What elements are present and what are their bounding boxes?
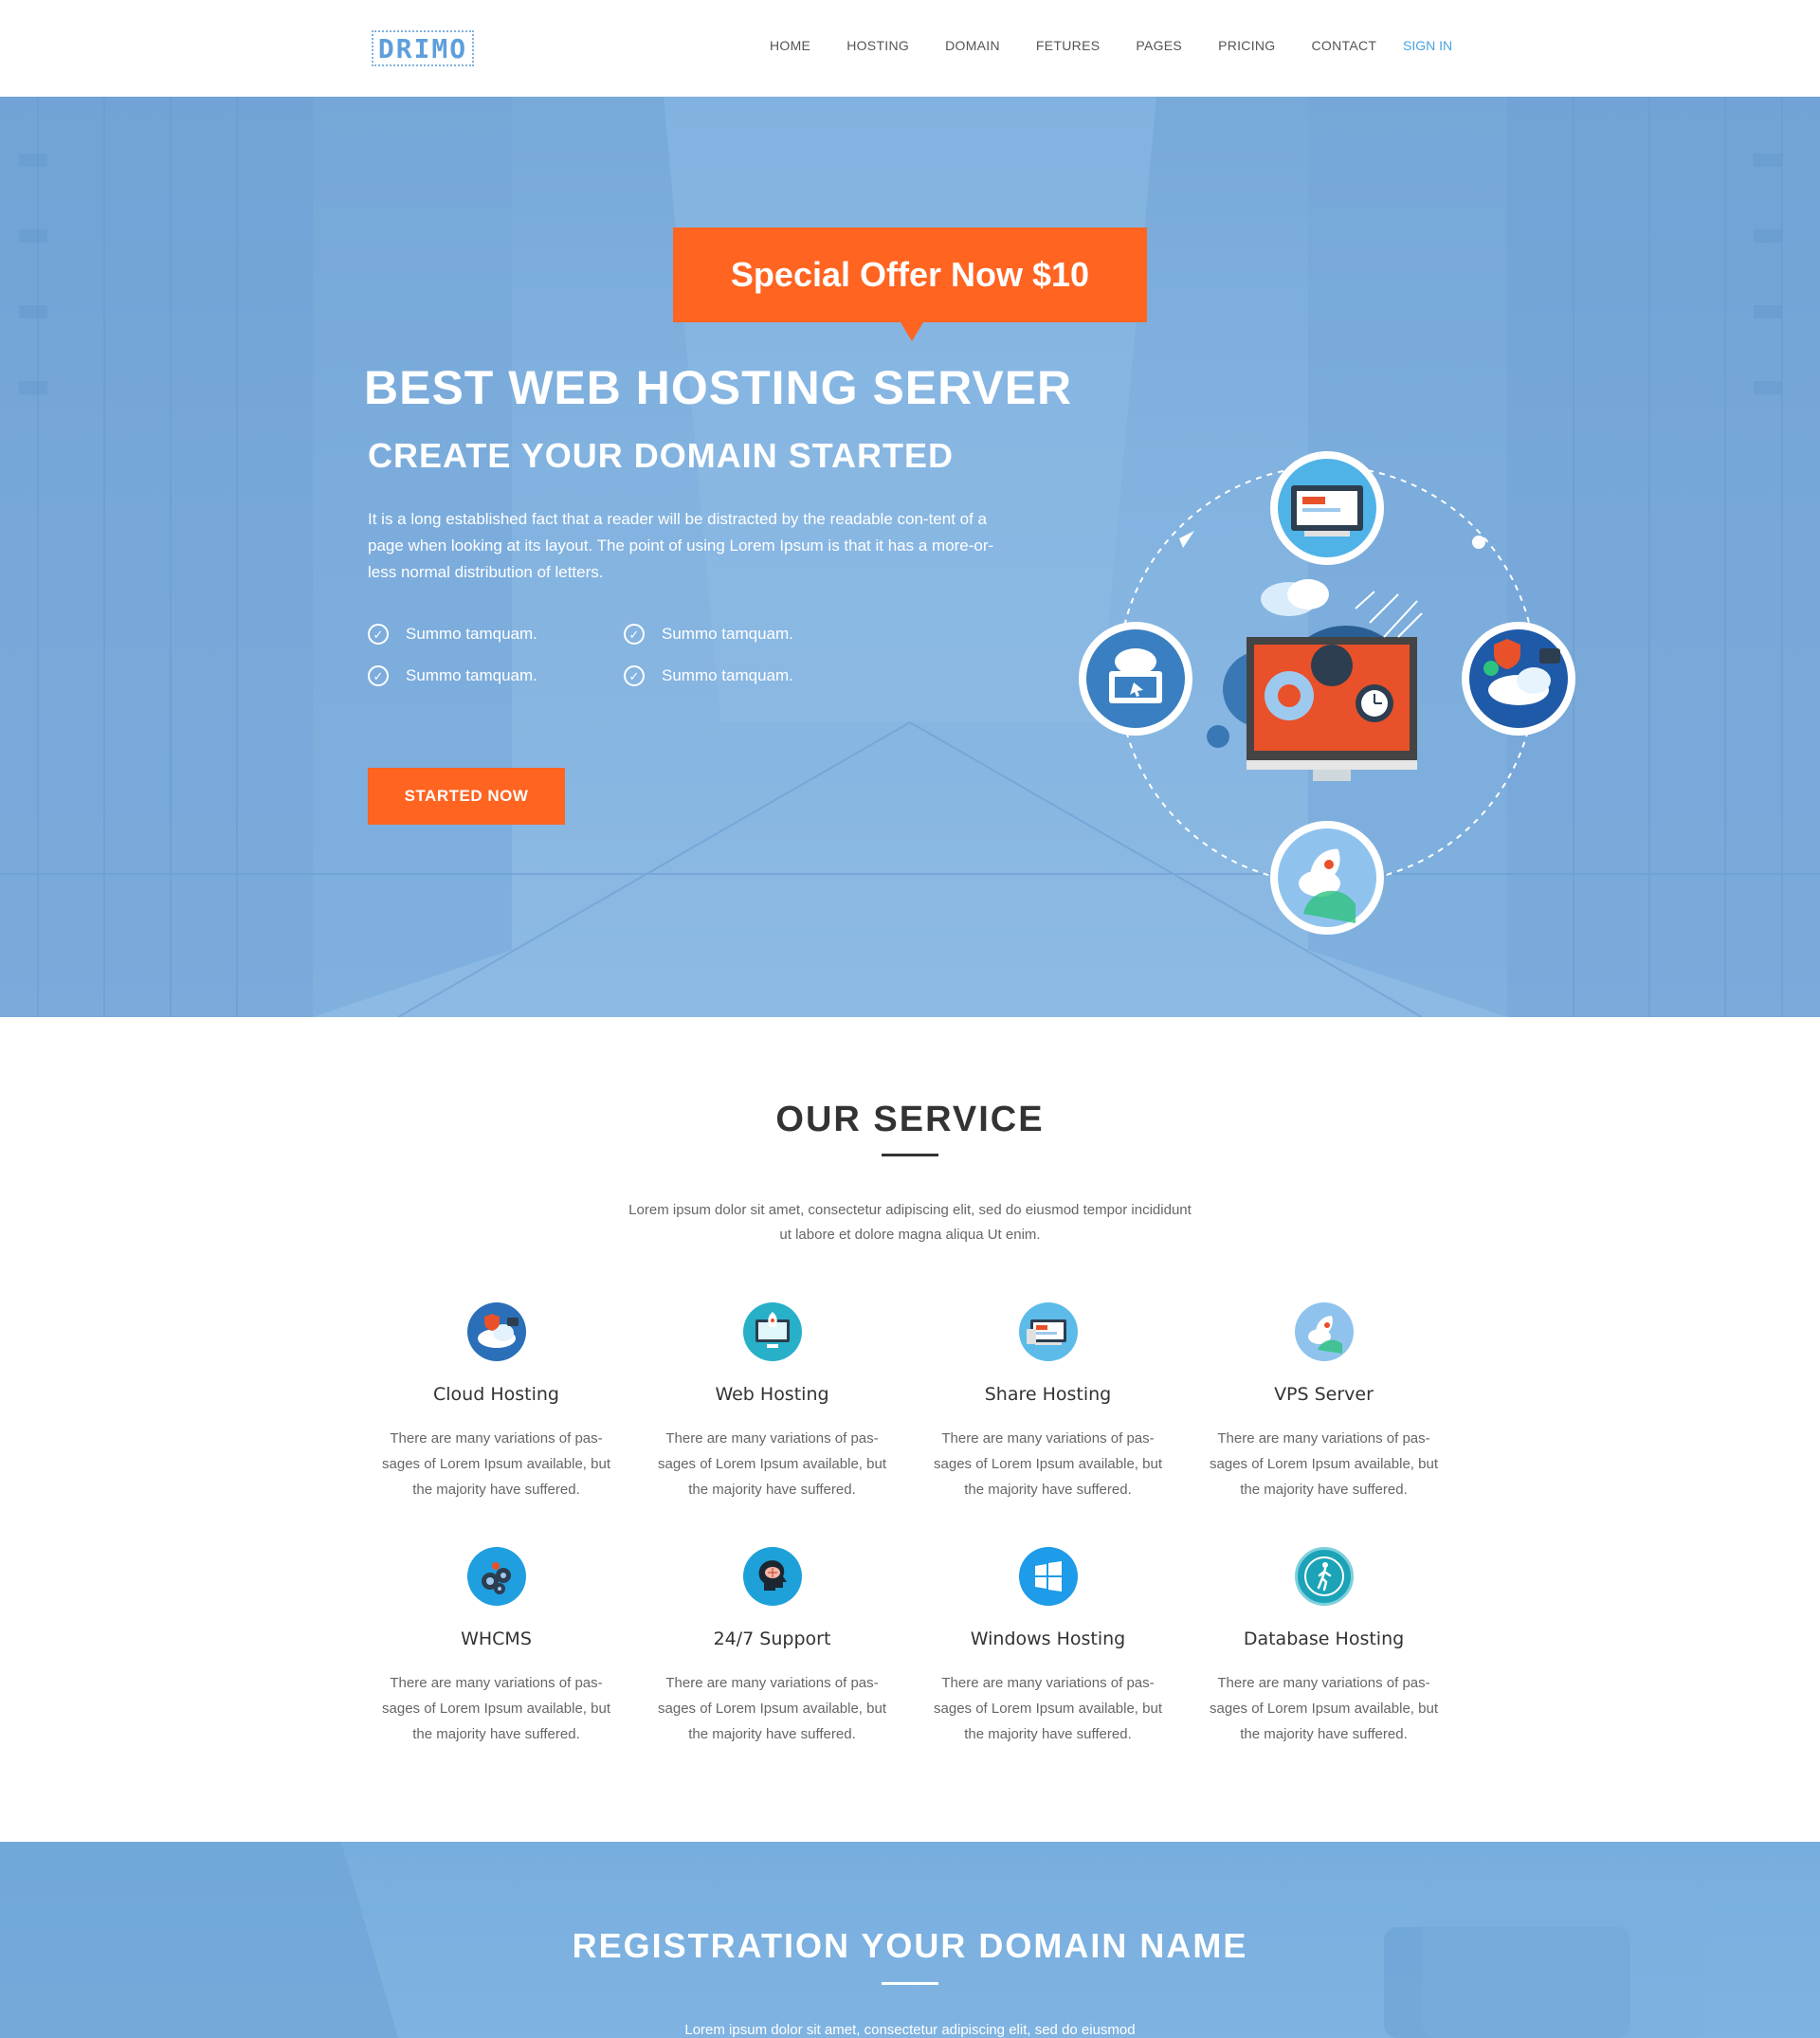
brain-head-icon	[742, 1547, 802, 1606]
special-offer-banner: Special Offer Now $10	[673, 227, 1147, 341]
service-text: There are many variations of pas-sages o…	[658, 1675, 886, 1742]
service-card[interactable]: 24/7 Support There are many variations o…	[634, 1547, 910, 1792]
service-name: VPS Server	[1274, 1384, 1374, 1405]
main-nav: HOME HOSTING DOMAIN FETURES PAGES PRICIN…	[770, 38, 1412, 53]
hosting-illustration	[1079, 451, 1575, 935]
services-description: Lorem ipsum dolor sit amet, consectetur …	[628, 1202, 1192, 1243]
hero-title: BEST WEB HOSTING SERVER	[364, 361, 1073, 414]
domain-registration-description: Lorem ipsum dolor sit amet, consectetur …	[684, 2022, 1136, 2038]
sign-in-link[interactable]: SIGN IN	[1403, 38, 1452, 53]
logo[interactable]: DRIMO	[372, 30, 474, 66]
check-circle-icon: ✓	[624, 665, 645, 686]
devices-icon	[1018, 1302, 1078, 1361]
service-text: There are many variations of pas-sages o…	[934, 1675, 1162, 1742]
nav-pages[interactable]: PAGES	[1136, 38, 1182, 53]
checklist-item: ✓ Summo tamquam.	[368, 624, 624, 645]
service-name: Share Hosting	[984, 1384, 1112, 1405]
checklist-item: ✓ Summo tamquam.	[368, 665, 624, 686]
checklist-label: Summo tamquam.	[406, 625, 537, 643]
rocket-icon	[1294, 1302, 1354, 1361]
service-text: There are many variations of pas-sages o…	[934, 1430, 1162, 1498]
devices-circle-icon	[1270, 451, 1384, 565]
title-underline	[882, 1982, 938, 1985]
service-text: There are many variations of pas-sages o…	[658, 1430, 886, 1498]
service-card[interactable]: WHCMS There are many variations of pas-s…	[358, 1547, 634, 1792]
rocket-circle-icon	[1270, 821, 1384, 935]
nav-hosting[interactable]: HOSTING	[846, 38, 909, 53]
service-card[interactable]: Windows Hosting There are many variation…	[910, 1547, 1186, 1792]
nav-domain[interactable]: DOMAIN	[945, 38, 1000, 53]
service-card[interactable]: VPS Server There are many variations of …	[1186, 1302, 1462, 1547]
site-header: DRIMO HOME HOSTING DOMAIN FETURES PAGES …	[0, 0, 1820, 97]
gears-icon	[466, 1547, 526, 1606]
started-now-button[interactable]: STARTED NOW	[368, 768, 565, 825]
service-name: Cloud Hosting	[433, 1384, 559, 1405]
title-underline	[882, 1154, 938, 1156]
nav-fetures[interactable]: FETURES	[1036, 38, 1100, 53]
nav-home[interactable]: HOME	[770, 38, 810, 53]
service-card[interactable]: Cloud Hosting There are many variations …	[358, 1302, 634, 1547]
service-text: There are many variations of pas-sages o…	[1210, 1675, 1438, 1742]
service-name: Database Hosting	[1243, 1629, 1405, 1649]
check-circle-icon: ✓	[368, 665, 389, 686]
service-name: Web Hosting	[715, 1384, 829, 1405]
rocket-monitor-icon	[742, 1302, 802, 1361]
checklist-item: ✓ Summo tamquam.	[624, 665, 880, 686]
service-text: There are many variations of pas-sages o…	[382, 1430, 610, 1498]
service-name: Windows Hosting	[970, 1629, 1126, 1649]
checklist-item: ✓ Summo tamquam.	[624, 624, 880, 645]
feature-checklist: ✓ Summo tamquam. ✓ Summo tamquam. ✓ Summo t…	[368, 624, 899, 686]
windows-icon	[1018, 1547, 1078, 1606]
hero-subtitle: CREATE YOUR DOMAIN STARTED	[368, 436, 955, 475]
domain-registration-title: REGISTRATION YOUR DOMAIN NAME	[572, 1926, 1248, 1965]
checklist-label: Summo tamquam.	[662, 666, 793, 684]
logo-text: DRIMO	[377, 32, 468, 64]
walking-person-icon	[1294, 1547, 1354, 1606]
service-name: 24/7 Support	[713, 1629, 831, 1649]
check-circle-icon: ✓	[624, 624, 645, 645]
service-text: There are many variations of pas-sages o…	[382, 1675, 610, 1742]
service-card[interactable]: Share Hosting There are many variations …	[910, 1302, 1186, 1547]
hero-section: Special Offer Now $10 BEST WEB HOSTING S…	[0, 97, 1820, 1017]
service-card[interactable]: Database Hosting There are many variatio…	[1186, 1547, 1462, 1792]
check-circle-icon: ✓	[368, 624, 389, 645]
hero-description: It is a long established fact that a rea…	[368, 510, 994, 581]
gears-monitor-icon	[1207, 579, 1423, 781]
nav-contact[interactable]: CONTACT	[1312, 38, 1377, 53]
service-text: There are many variations of pas-sages o…	[1210, 1430, 1438, 1498]
cloud-laptop-circle-icon	[1079, 622, 1192, 736]
services-title: OUR SERVICE	[775, 1100, 1045, 1139]
cloud-shield-icon	[466, 1302, 526, 1361]
nav-pricing[interactable]: PRICING	[1218, 38, 1275, 53]
cloud-security-circle-icon	[1462, 622, 1575, 736]
service-name: WHCMS	[461, 1629, 532, 1649]
checklist-label: Summo tamquam.	[406, 666, 537, 684]
checklist-label: Summo tamquam.	[662, 625, 793, 643]
service-card[interactable]: Web Hosting There are many variations of…	[634, 1302, 910, 1547]
services-grid: Cloud Hosting There are many variations …	[358, 1302, 1462, 1792]
